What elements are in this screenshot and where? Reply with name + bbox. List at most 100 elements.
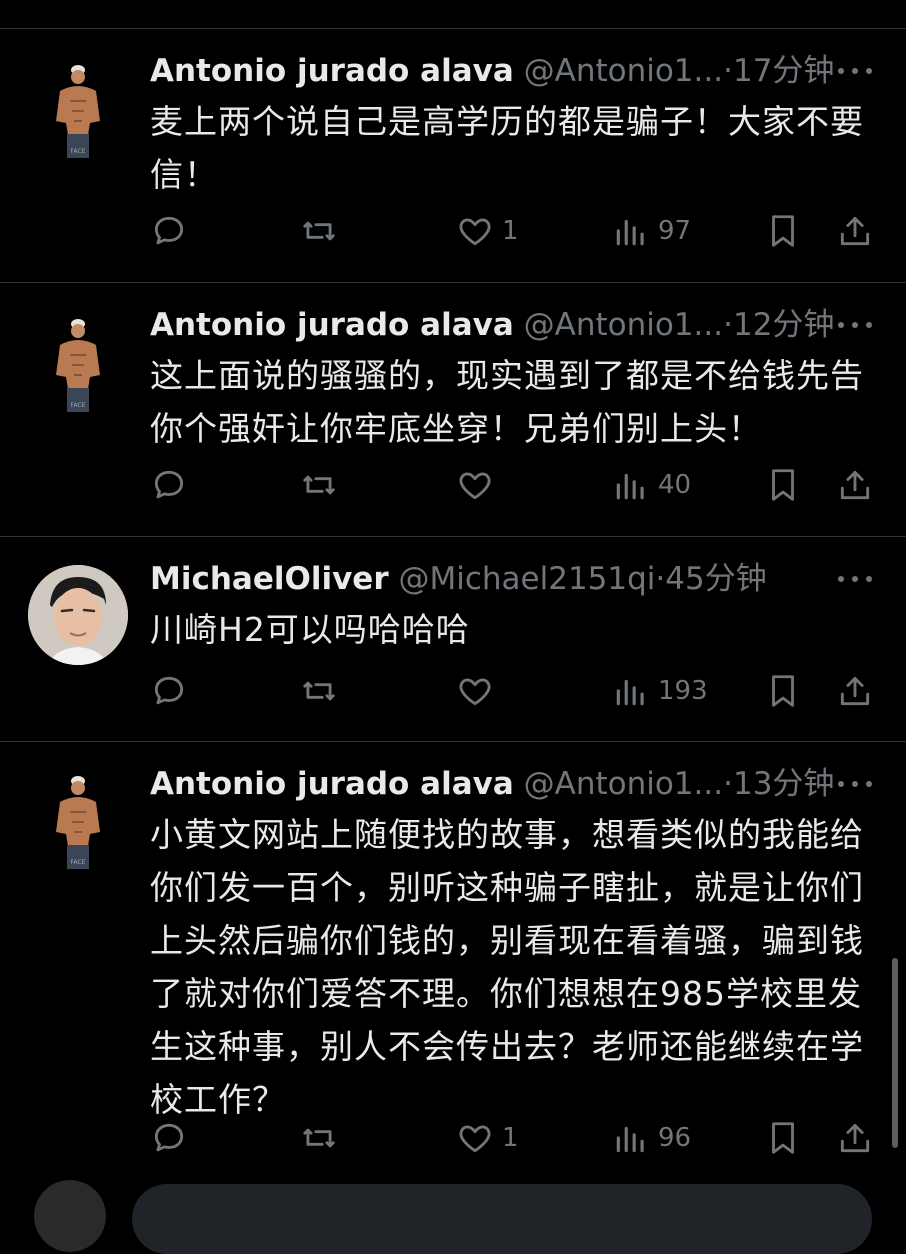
tweet-text: 麦上两个说自己是高学历的都是骗子！大家不要信！ [150,102,864,194]
views-chart-icon [616,473,644,500]
author-name[interactable]: Antonio jurado alava [150,307,514,343]
retweet-icon [303,681,335,701]
tweet-text: 这上面说的骚骚的，现实遇到了都是不给钱先告你个强奸让你牢底坐穿！兄弟们别上头！ [150,356,864,448]
timestamp[interactable]: 17分钟 [733,53,834,89]
separator: · [723,53,733,89]
views-button[interactable]: 193 [612,669,708,713]
heart-icon [459,472,491,500]
retweet-icon [303,1128,335,1148]
separator: · [723,307,733,343]
separator: · [723,766,733,802]
tweet[interactable]: FACE Antonio jurado alava @Antonio1...·1… [0,283,906,537]
author-handle[interactable]: @Michael2151qi [398,561,655,597]
retweet-button[interactable] [300,463,338,507]
author-handle[interactable]: @Antonio1... [524,766,724,802]
tweet[interactable]: FACE Antonio jurado alava @Antonio1...·1… [0,29,906,283]
like-button[interactable]: 1 [456,1116,519,1160]
author-name[interactable]: Antonio jurado alava [150,766,514,802]
share-icon [840,1123,870,1153]
separator: · [655,561,666,597]
retweet-button[interactable] [300,1116,338,1160]
reply-compose-input[interactable] [132,1184,872,1254]
view-count: 193 [658,676,708,706]
svg-text:FACE: FACE [71,402,86,409]
share-button[interactable] [836,669,874,713]
bookmark-button[interactable] [764,463,802,507]
avatar[interactable]: FACE [28,772,128,872]
tweet-header: Antonio jurado alava @Antonio1...·17分钟 [150,51,854,91]
bookmark-icon [772,675,794,707]
bookmark-icon [772,1122,794,1154]
bookmark-icon [772,215,794,247]
retweet-button[interactable] [300,209,338,253]
tweet[interactable]: FACE Antonio jurado alava @Antonio1...·1… [0,742,906,1172]
reply-icon [154,470,184,499]
tweet-text: 小黄文网站上随便找的故事，想看类似的我能给你们发一百个，别听这种骗子瞎扯，就是让… [150,815,864,1119]
retweet-icon [303,221,335,241]
share-icon [840,470,870,500]
scrollbar[interactable] [892,958,898,1148]
author-handle[interactable]: @Antonio1... [524,307,724,343]
bookmark-button[interactable] [764,1116,802,1160]
reply-button[interactable] [150,463,188,507]
svg-text:FACE: FACE [71,148,86,155]
retweet-icon [303,475,335,495]
author-name[interactable]: MichaelOliver [150,561,389,597]
share-button[interactable] [836,209,874,253]
shirtless-man-avatar-icon: FACE [56,776,100,869]
views-button[interactable]: 97 [612,209,691,253]
view-count: 96 [658,1123,692,1153]
reply-icon [154,216,184,245]
share-icon [840,676,870,706]
view-count: 40 [658,470,692,500]
bookmark-icon [772,469,794,501]
bookmark-button[interactable] [764,669,802,713]
more-icon[interactable] [838,305,872,345]
tweet-text: 川崎H2可以吗哈哈哈 [150,610,470,649]
avatar[interactable]: FACE [28,315,128,415]
like-count: 1 [502,1123,519,1153]
reply-icon [154,676,184,705]
reply-button[interactable] [150,669,188,713]
timestamp[interactable]: 12分钟 [733,307,834,343]
compose-avatar[interactable] [34,1180,106,1252]
avatar[interactable]: FACE [28,61,128,161]
view-count: 97 [658,216,692,246]
man-portrait-avatar-icon [28,565,128,665]
retweet-button[interactable] [300,669,338,713]
reply-button[interactable] [150,1116,188,1160]
heart-icon [459,1125,491,1153]
bookmark-button[interactable] [764,209,802,253]
tweet[interactable]: MichaelOliver @Michael2151qi·45分钟 川崎H2可以… [0,537,906,742]
more-icon[interactable] [838,764,872,804]
timestamp[interactable]: 45分钟 [665,561,766,597]
timestamp[interactable]: 13分钟 [733,766,834,802]
tweet-actions: 193 [150,669,880,713]
tweet-actions: 1 97 [150,209,880,253]
like-button[interactable] [456,463,502,507]
heart-icon [459,218,491,246]
views-button[interactable]: 96 [612,1116,691,1160]
views-chart-icon [616,1126,644,1153]
views-chart-icon [616,679,644,706]
more-icon[interactable] [838,559,872,599]
like-button[interactable] [456,669,502,713]
views-button[interactable]: 40 [612,463,691,507]
tweet-header: Antonio jurado alava @Antonio1...·12分钟 [150,305,854,345]
tweet-header: Antonio jurado alava @Antonio1...·13分钟 [150,764,854,804]
share-button[interactable] [836,1116,874,1160]
tweet-header: MichaelOliver @Michael2151qi·45分钟 [150,559,854,599]
avatar[interactable] [28,565,128,665]
reply-button[interactable] [150,209,188,253]
author-name[interactable]: Antonio jurado alava [150,53,514,89]
like-button[interactable]: 1 [456,209,519,253]
more-icon[interactable] [838,51,872,91]
shirtless-man-avatar-icon: FACE [56,319,100,412]
tweet-actions: 1 96 [150,1116,880,1160]
heart-icon [459,678,491,706]
reply-icon [154,1123,184,1152]
like-count: 1 [502,216,519,246]
share-icon [840,216,870,246]
author-handle[interactable]: @Antonio1... [524,53,724,89]
share-button[interactable] [836,463,874,507]
